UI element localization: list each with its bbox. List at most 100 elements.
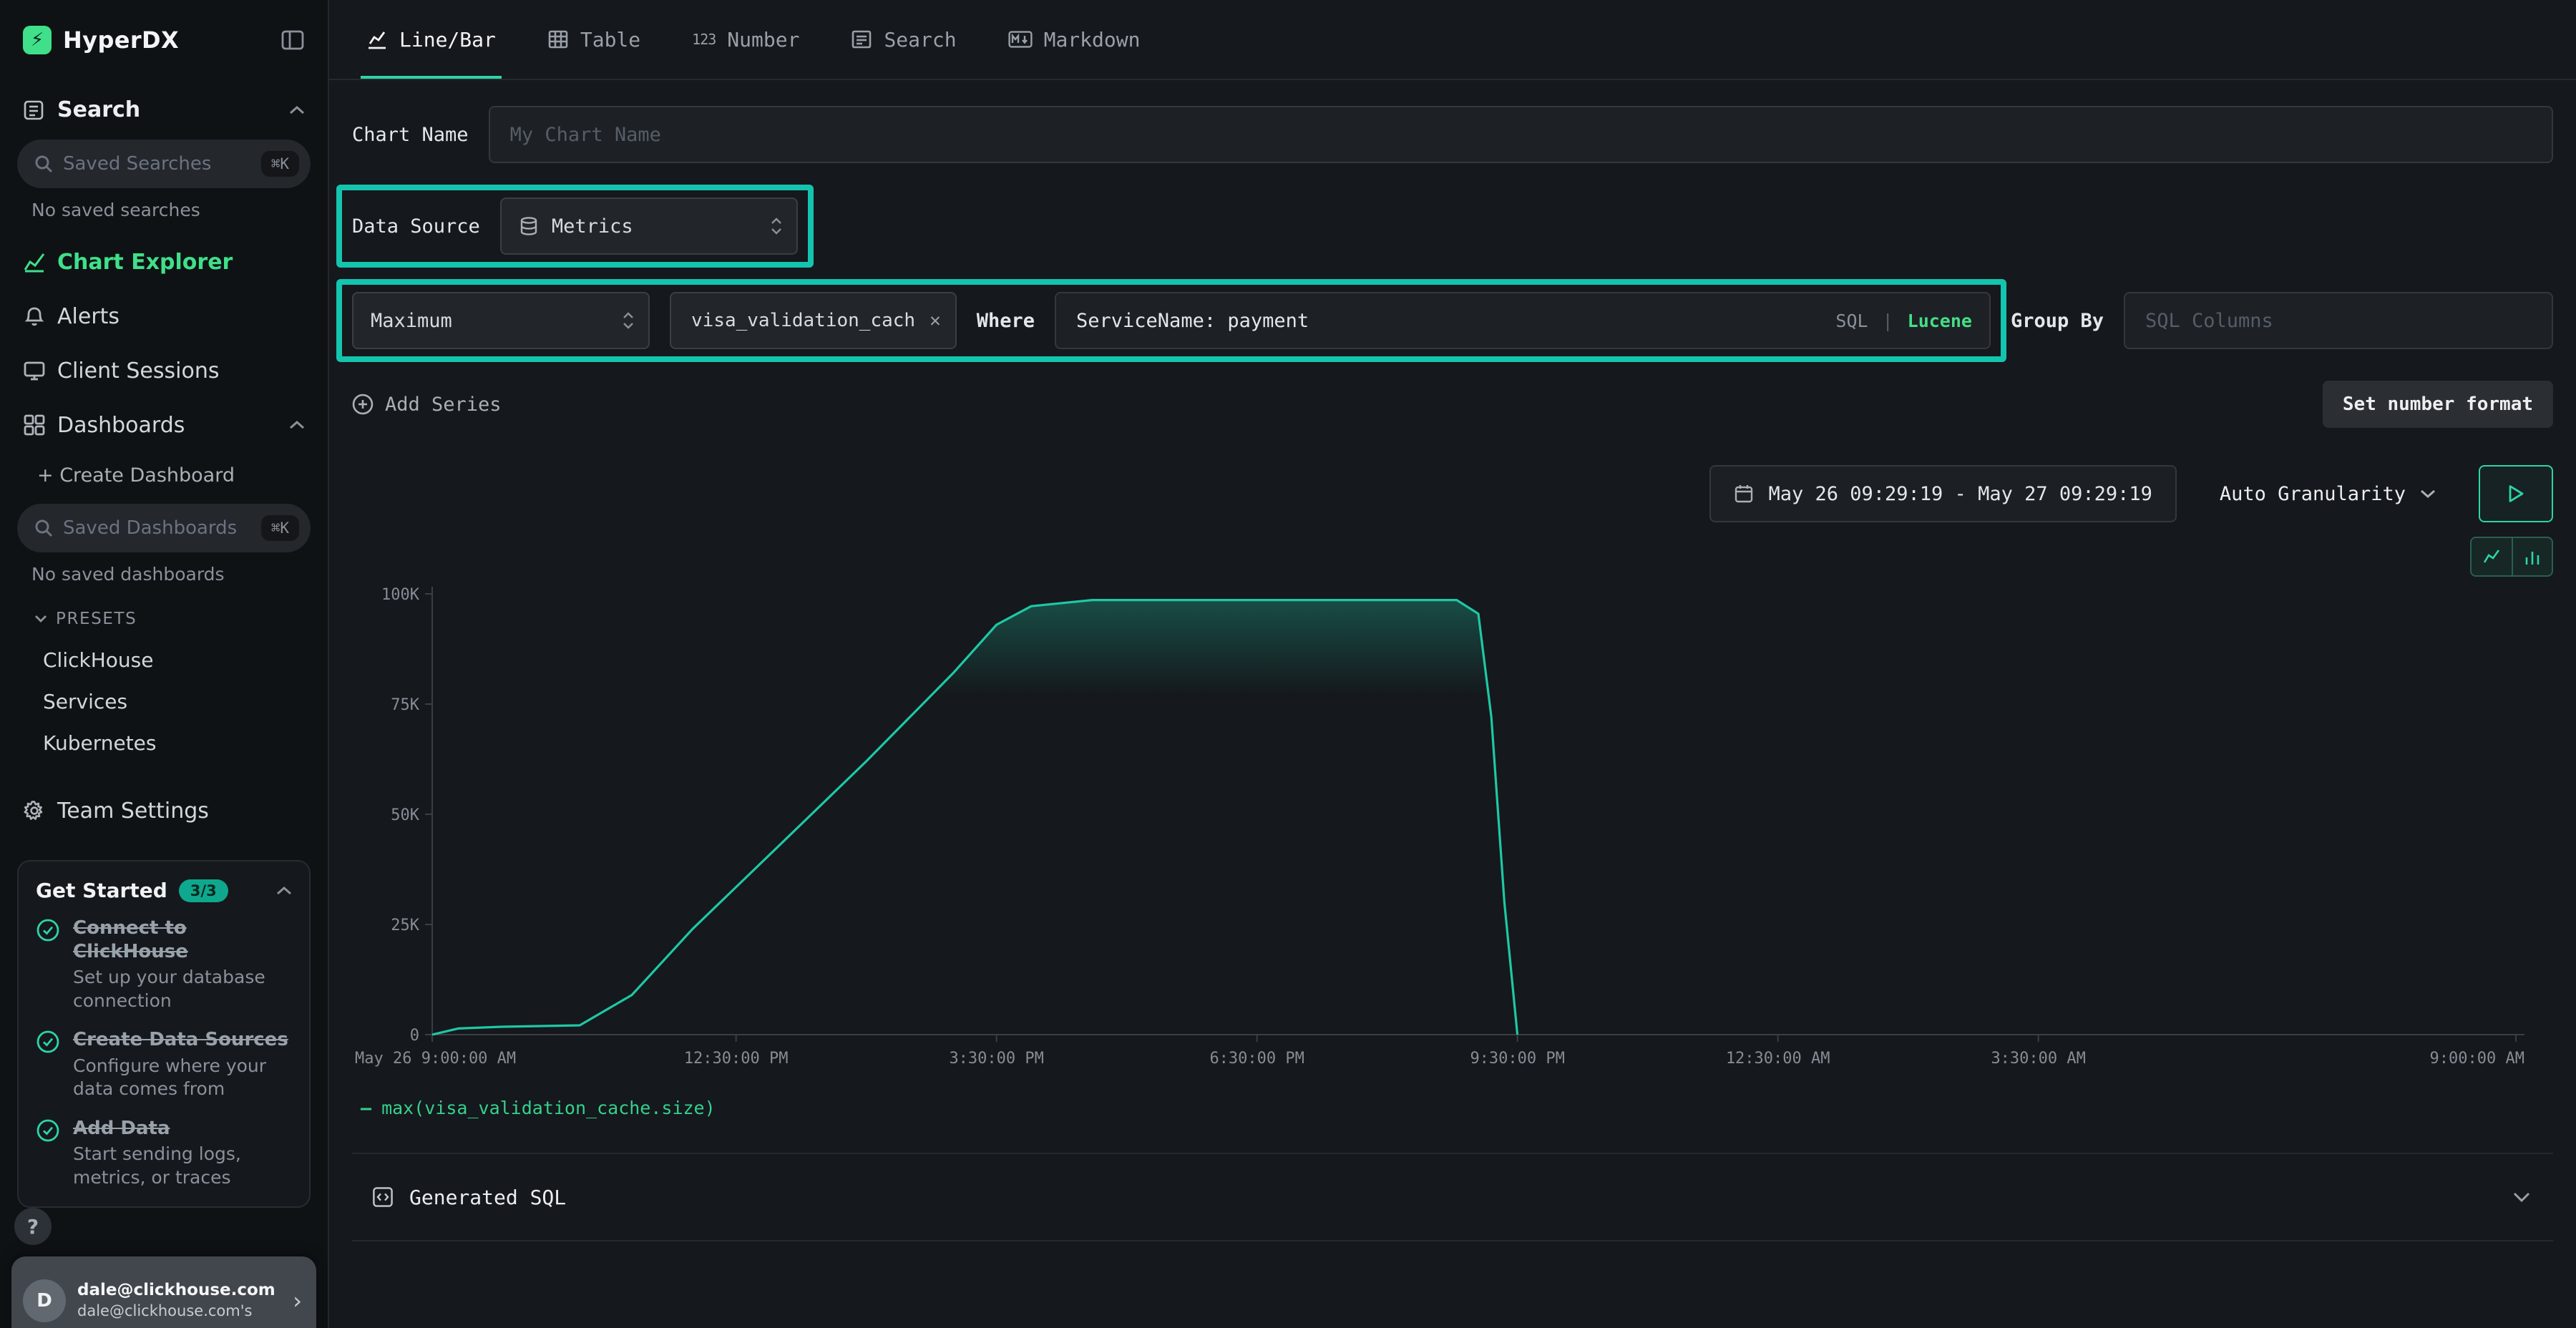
chart-type-tabbar: Line/Bar Table 123 Number Search [329,0,2576,80]
sql-language-toggle[interactable]: SQL [1835,311,1868,331]
chevron-up-icon[interactable] [276,886,292,896]
chart-display-toggles-row [352,537,2553,577]
group-by-input[interactable] [2124,292,2553,349]
checklist-item[interactable]: Connect to ClickHouse Set up your databa… [36,917,292,1012]
svg-text:100K: 100K [381,586,420,604]
tab-label: Markdown [1044,28,1141,52]
add-series-row: Add Series Set number format [352,381,2553,428]
add-series-label: Add Series [385,394,502,416]
bar-chart-toggle[interactable] [2512,538,2552,575]
granularity-value: Auto Granularity [2220,483,2406,505]
logo-row: ⚡ HyperDX [0,0,328,74]
get-started-progress-badge: 3/3 [179,879,228,902]
line-chart-toggle[interactable] [2472,538,2512,575]
where-input[interactable]: ServiceName: payment SQL | Lucene [1055,292,1991,349]
toggle-separator: | [1883,311,1893,331]
check-circle-icon [36,1030,60,1101]
saved-searches-input[interactable]: Saved Searches ⌘K [17,140,311,188]
user-menu[interactable]: D dale@clickhouse.com dale@clickhouse.co… [11,1256,316,1328]
play-icon [2507,484,2525,504]
saved-dashboards-placeholder: Saved Dashboards [63,517,261,539]
create-dashboard-label: + Create Dashboard [37,464,235,487]
main-content: Line/Bar Table 123 Number Search [329,0,2576,1328]
sidebar-item-team-settings[interactable]: Team Settings [0,783,328,838]
checklist-item-desc: Configure where your data comes from [73,1055,292,1101]
run-query-button[interactable] [2479,465,2553,522]
aggregation-select[interactable]: Maximum [352,292,650,349]
sidebar-collapse-icon[interactable] [280,28,305,52]
search-icon [34,519,53,537]
add-series-button[interactable]: Add Series [352,394,502,416]
chevron-up-icon[interactable] [289,105,305,115]
select-arrows-icon [771,216,782,236]
granularity-select[interactable]: Auto Granularity [2202,465,2453,522]
calendar-icon [1734,484,1754,504]
svg-text:9:30:00 PM: 9:30:00 PM [1470,1050,1564,1068]
svg-text:6:30:00 PM: 6:30:00 PM [1209,1050,1304,1068]
date-range-picker[interactable]: May 26 09:29:19 - May 27 09:29:19 [1709,465,2176,522]
chart-line-icon [23,250,57,273]
get-started-title: Get Started [36,879,167,902]
chart-name-input[interactable] [489,106,2553,163]
data-source-select[interactable]: Metrics [500,197,798,255]
sidebar-item-alerts[interactable]: Alerts [0,289,328,343]
shortcut-badge: ⌘K [261,515,299,541]
search-icon [34,155,53,173]
set-number-format-button[interactable]: Set number format [2323,381,2553,428]
lucene-language-toggle[interactable]: Lucene [1908,311,1972,331]
check-circle-icon [36,918,60,1012]
legend-swatch: — [361,1098,371,1118]
preset-item-services[interactable]: Services [0,680,328,722]
generated-sql-accordion[interactable]: Generated SQL [352,1153,2553,1241]
tab-label: Table [580,28,640,52]
data-source-row: Data Source Metrics [352,197,2553,255]
hyperdx-app: ⚡ HyperDX Search Saved Searches ⌘K No sa… [0,0,2576,1328]
tab-search[interactable]: Search [851,0,956,79]
gear-icon [23,799,57,822]
metric-tag[interactable]: visa_validation_cach ✕ [670,292,957,349]
table-icon [547,29,569,50]
search-section-header[interactable]: Search [0,74,328,134]
tab-line-bar[interactable]: Line/Bar [366,0,496,79]
sidebar-item-dashboards[interactable]: Dashboards [0,398,328,452]
chevron-down-icon[interactable] [2513,1191,2530,1203]
preset-item-kubernetes[interactable]: Kubernetes [0,722,328,763]
svg-text:50K: 50K [391,806,419,824]
search-section-icon [23,99,44,121]
metric-tag-label: visa_validation_cach [691,310,915,331]
preset-item-clickhouse[interactable]: ClickHouse [0,639,328,680]
sidebar-item-client-sessions[interactable]: Client Sessions [0,343,328,398]
where-label: Where [977,310,1035,332]
create-dashboard-button[interactable]: + Create Dashboard [0,452,328,498]
saved-dashboards-input[interactable]: Saved Dashboards ⌘K [17,504,311,552]
legend-item[interactable]: — max(visa_validation_cache.size) [361,1098,2553,1118]
shortcut-badge: ⌘K [261,151,299,177]
checklist-item[interactable]: Add Data Start sending logs, metrics, or… [36,1117,292,1190]
sidebar-item-label: Chart Explorer [57,250,233,275]
chart-name-row: Chart Name [352,106,2553,163]
svg-text:12:30:00 AM: 12:30:00 AM [1726,1050,1830,1068]
check-circle-icon [36,1118,60,1190]
checklist-item-title: Add Data [73,1117,292,1141]
aggregation-value: Maximum [371,310,452,332]
data-source-label: Data Source [352,215,480,238]
markdown-icon [1008,31,1033,48]
tab-number[interactable]: 123 Number [692,0,799,79]
chevron-up-icon[interactable] [289,420,305,430]
sidebar-item-label: Dashboards [57,413,185,438]
checklist-item[interactable]: Create Data Sources Configure where your… [36,1028,292,1101]
tab-markdown[interactable]: Markdown [1008,0,1141,79]
chart-area: 025K50K75K100KMay 26 9:00:00 AM12:30:00 … [352,580,2553,1089]
plus-circle-icon [352,394,374,415]
avatar: D [23,1279,66,1322]
help-button[interactable]: ? [14,1208,52,1245]
chevron-down-icon [34,615,47,623]
line-chart-svg: 025K50K75K100KMay 26 9:00:00 AM12:30:00 … [352,580,2527,1083]
remove-metric-icon[interactable]: ✕ [930,310,941,331]
svg-text:75K: 75K [391,696,419,714]
sidebar-item-chart-explorer[interactable]: Chart Explorer [0,235,328,289]
presets-toggle[interactable]: PRESETS [0,599,328,639]
sidebar-item-label: Client Sessions [57,358,219,384]
date-range-value: May 26 09:29:19 - May 27 09:29:19 [1768,483,2152,505]
tab-table[interactable]: Table [547,0,640,79]
